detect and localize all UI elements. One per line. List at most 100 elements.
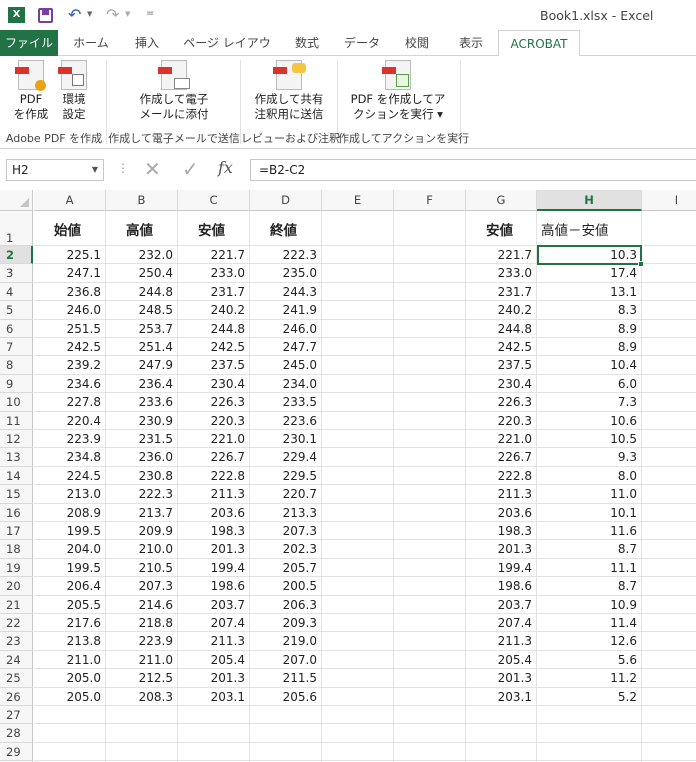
cell-b11[interactable]: 230.9 xyxy=(106,411,178,430)
cell-a17[interactable]: 199.5 xyxy=(34,522,106,541)
excel-icon[interactable]: X xyxy=(8,7,25,23)
tab-home[interactable]: ホーム xyxy=(62,30,120,56)
row-header-27[interactable]: 27 xyxy=(0,706,33,725)
cell-f4[interactable] xyxy=(394,282,466,302)
cell-f5[interactable] xyxy=(394,301,466,320)
cell-g25[interactable]: 201.3 xyxy=(466,669,537,688)
cell-g19[interactable]: 199.4 xyxy=(466,558,537,578)
cell-d28[interactable] xyxy=(250,724,322,743)
header-cell-a[interactable]: 始値 xyxy=(34,211,106,246)
cell-d16[interactable]: 213.3 xyxy=(250,503,322,522)
cell-a9[interactable]: 234.6 xyxy=(34,374,106,394)
cell-i7[interactable] xyxy=(642,338,696,357)
cell-e28[interactable] xyxy=(322,724,394,743)
cell-c16[interactable]: 203.6 xyxy=(178,503,250,522)
cell-c15[interactable]: 211.3 xyxy=(178,485,250,504)
cell-a10[interactable]: 227.8 xyxy=(34,393,106,412)
cell-h6[interactable]: 8.9 xyxy=(537,319,642,338)
cell-f19[interactable] xyxy=(394,558,466,578)
row-header-17[interactable]: 17 xyxy=(0,522,33,541)
cell-i17[interactable] xyxy=(642,522,696,541)
cell-g27[interactable] xyxy=(466,706,537,725)
create-pdf-button[interactable]: PDF を作成 xyxy=(8,60,54,122)
cell-f17[interactable] xyxy=(394,522,466,541)
tab-insert[interactable]: 挿入 xyxy=(120,30,174,56)
cell-b7[interactable]: 251.4 xyxy=(106,338,178,357)
cell-h22[interactable]: 11.4 xyxy=(537,614,642,633)
cell-h26[interactable]: 5.2 xyxy=(537,687,642,706)
cell-a19[interactable]: 199.5 xyxy=(34,558,106,578)
cell-c21[interactable]: 203.7 xyxy=(178,595,250,614)
cell-e14[interactable] xyxy=(322,466,394,486)
row-header-3[interactable]: 3 xyxy=(0,264,33,283)
row-header-2[interactable]: 2 xyxy=(0,246,33,265)
cell-h23[interactable]: 12.6 xyxy=(537,632,642,651)
cell-f16[interactable] xyxy=(394,503,466,522)
cell-a18[interactable]: 204.0 xyxy=(34,540,106,559)
spreadsheet-grid[interactable]: ABCDEFGHI 1 2 3 4 5 6 7 8 9 10 11 12 13 14 15 16 17 18 19 2… xyxy=(0,190,696,762)
cell-d5[interactable]: 241.9 xyxy=(250,301,322,320)
column-header-h[interactable]: H xyxy=(537,190,642,211)
cell-f21[interactable] xyxy=(394,595,466,614)
cell-b5[interactable]: 248.5 xyxy=(106,301,178,320)
cell-d24[interactable]: 207.0 xyxy=(250,650,322,670)
cell-d20[interactable]: 200.5 xyxy=(250,577,322,596)
row-header-1[interactable]: 1 xyxy=(0,211,33,246)
cell-d17[interactable]: 207.3 xyxy=(250,522,322,541)
undo-icon[interactable]: ↶ xyxy=(68,5,81,24)
cell-c13[interactable]: 226.7 xyxy=(178,448,250,467)
cell-a3[interactable]: 247.1 xyxy=(34,264,106,283)
column-header-c[interactable]: C xyxy=(178,190,250,211)
cell-d6[interactable]: 246.0 xyxy=(250,319,322,338)
redo-icon[interactable]: ↷ xyxy=(106,5,119,24)
cell-a22[interactable]: 217.6 xyxy=(34,614,106,633)
cell-i18[interactable] xyxy=(642,540,696,559)
save-icon[interactable] xyxy=(38,8,53,23)
column-header-b[interactable]: B xyxy=(106,190,178,211)
cell-i5[interactable] xyxy=(642,301,696,320)
cell-f25[interactable] xyxy=(394,669,466,688)
cell-b22[interactable]: 218.8 xyxy=(106,614,178,633)
cell-h25[interactable]: 11.2 xyxy=(537,669,642,688)
cell-c7[interactable]: 242.5 xyxy=(178,338,250,357)
cell-d22[interactable]: 209.3 xyxy=(250,614,322,633)
cell-e8[interactable] xyxy=(322,356,394,375)
cell-g13[interactable]: 226.7 xyxy=(466,448,537,467)
cell-d18[interactable]: 202.3 xyxy=(250,540,322,559)
cell-b13[interactable]: 236.0 xyxy=(106,448,178,467)
cell-a2[interactable]: 225.1 xyxy=(34,246,106,265)
header-cell-g[interactable]: 安値 xyxy=(466,211,537,246)
cell-a13[interactable]: 234.8 xyxy=(34,448,106,467)
cell-i13[interactable] xyxy=(642,448,696,467)
cell-g6[interactable]: 244.8 xyxy=(466,319,537,338)
cell-g7[interactable]: 242.5 xyxy=(466,338,537,357)
cell-b26[interactable]: 208.3 xyxy=(106,687,178,706)
cell-b21[interactable]: 214.6 xyxy=(106,595,178,614)
cell-d4[interactable]: 244.3 xyxy=(250,282,322,302)
cell-e26[interactable] xyxy=(322,687,394,706)
header-cell-h[interactable]: 高値－安値 xyxy=(537,211,642,246)
cell-g5[interactable]: 240.2 xyxy=(466,301,537,320)
cell-i29[interactable] xyxy=(642,743,696,762)
cell-b29[interactable] xyxy=(106,742,178,762)
cell-i12[interactable] xyxy=(642,430,696,449)
cell-d2[interactable]: 222.3 xyxy=(250,246,322,265)
cell-h12[interactable]: 10.5 xyxy=(537,430,642,449)
cell-a8[interactable]: 239.2 xyxy=(34,356,106,375)
cell-i4[interactable] xyxy=(642,283,696,302)
cell-d23[interactable]: 219.0 xyxy=(250,632,322,651)
cell-b3[interactable]: 250.4 xyxy=(106,264,178,283)
row-header-28[interactable]: 28 xyxy=(0,724,33,743)
cell-i14[interactable] xyxy=(642,467,696,486)
cell-h7[interactable]: 8.9 xyxy=(537,338,642,357)
cell-f20[interactable] xyxy=(394,577,466,596)
create-and-send-for-review-button[interactable]: 作成して共有 注釈用に送信 xyxy=(248,60,330,122)
cell-e18[interactable] xyxy=(322,540,394,559)
cell-c14[interactable]: 222.8 xyxy=(178,466,250,486)
cell-a4[interactable]: 236.8 xyxy=(34,282,106,302)
fill-handle[interactable] xyxy=(638,261,644,267)
cell-g21[interactable]: 203.7 xyxy=(466,595,537,614)
column-header-d[interactable]: D xyxy=(250,190,322,211)
row-header-29[interactable]: 29 xyxy=(0,742,33,762)
cell-a20[interactable]: 206.4 xyxy=(34,577,106,596)
